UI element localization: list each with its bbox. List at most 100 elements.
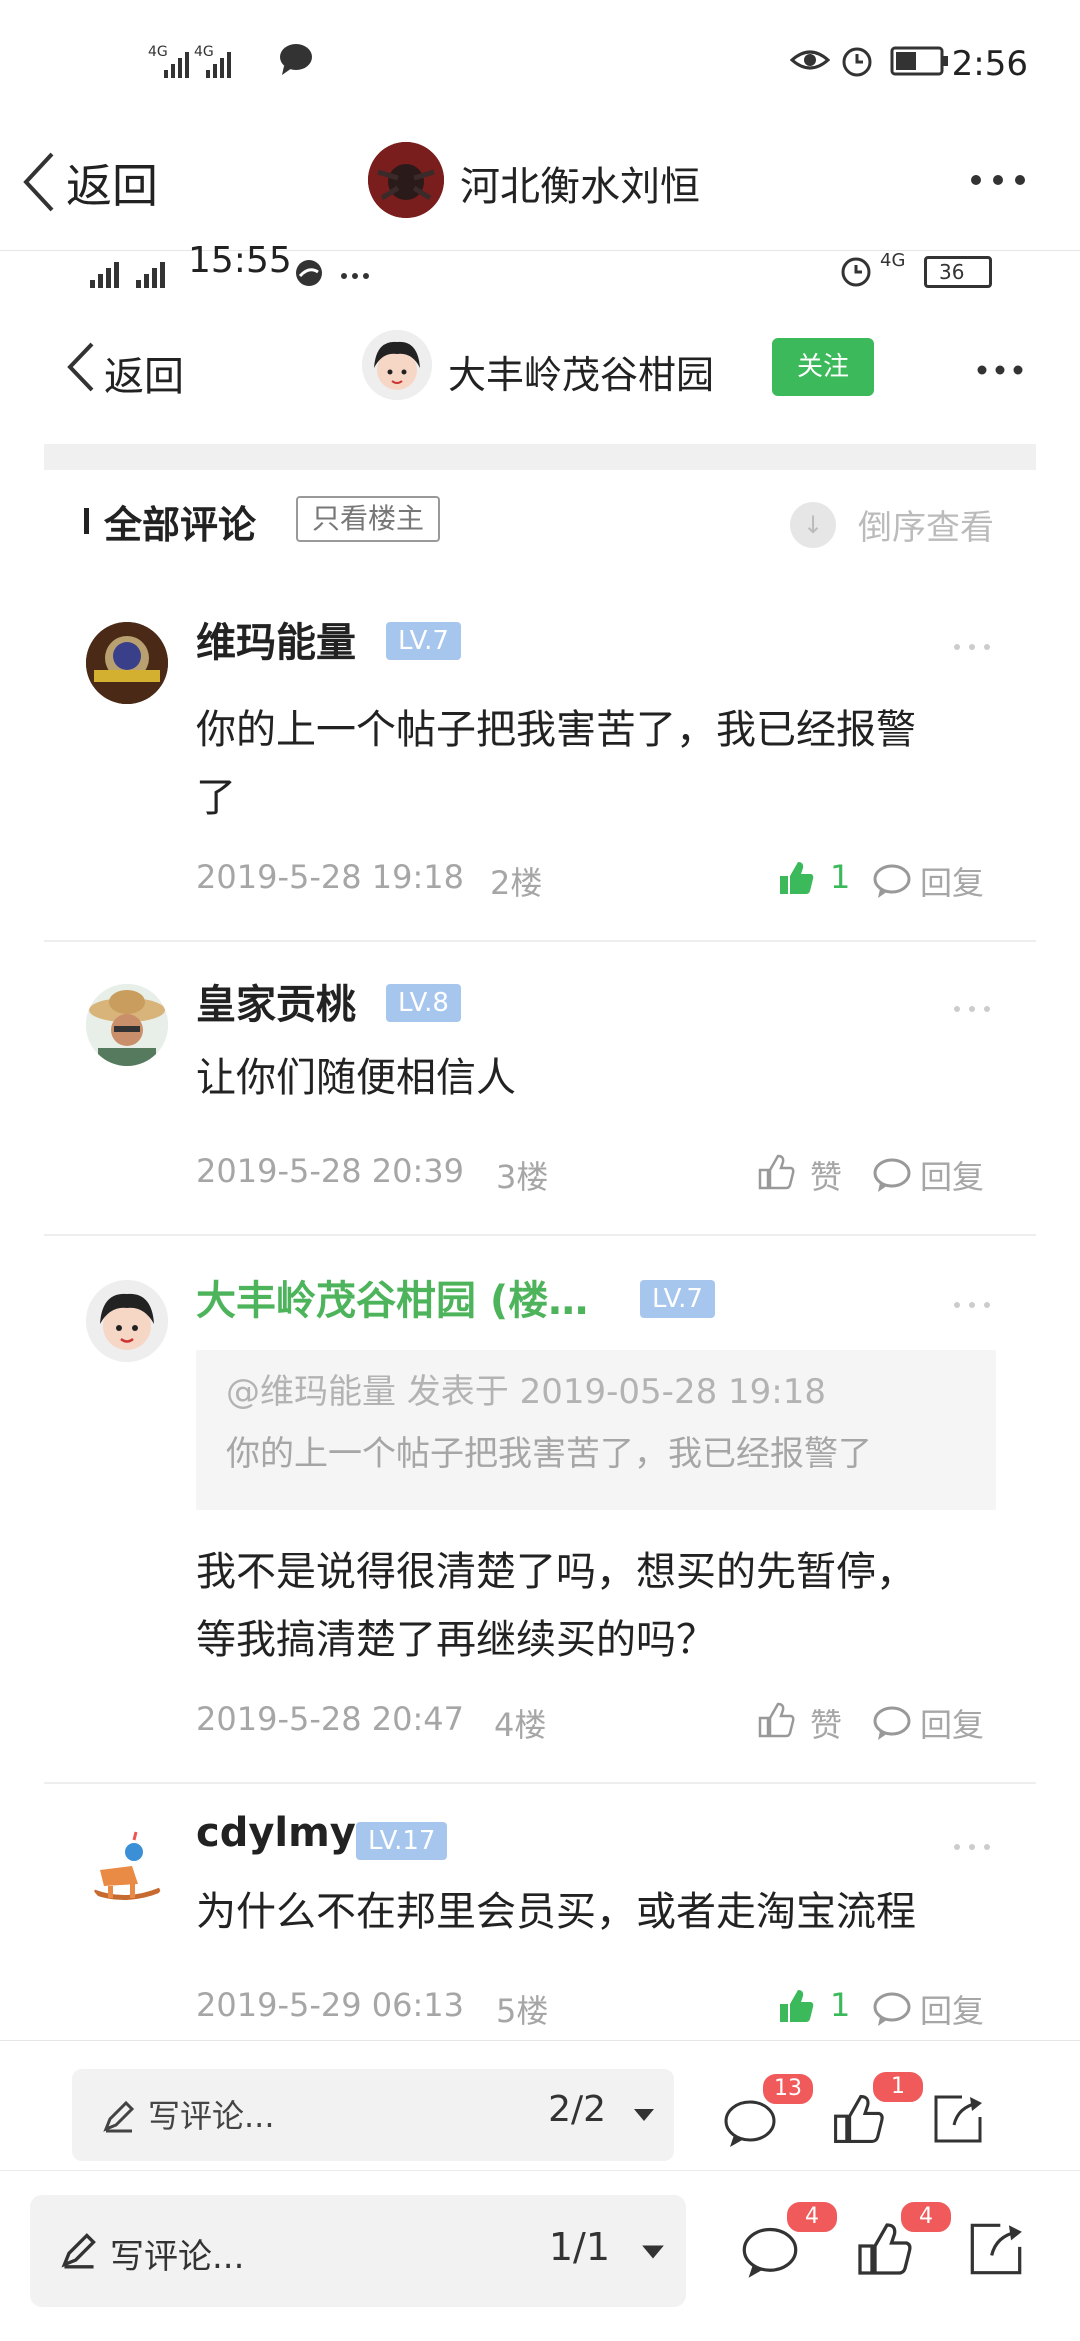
- thumbs-up-filled-icon[interactable]: [776, 858, 816, 898]
- comment-floor: 3楼: [496, 1158, 549, 1196]
- like-count[interactable]: 1: [830, 1986, 850, 2024]
- page-indicator[interactable]: 2/2: [548, 2089, 606, 2130]
- thumbs-up-icon[interactable]: [756, 1152, 796, 1192]
- reply-button[interactable]: 回复: [920, 1152, 984, 1198]
- follow-button[interactable]: 关注: [772, 338, 874, 396]
- comment-text: 为什么不在邦里会员买，或者走淘宝流程: [196, 1878, 1056, 1946]
- comment-text-line: 你的上一个帖子把我害苦了，我已经报警: [196, 707, 916, 753]
- divider: [44, 940, 1036, 942]
- comment-floor: 4楼: [494, 1706, 547, 1744]
- outer-status-bar: 4G 4G 2:56: [0, 0, 1080, 120]
- eye-icon: [790, 42, 830, 82]
- thumbs-up-icon[interactable]: [756, 1700, 796, 1740]
- avatar[interactable]: [362, 330, 432, 400]
- reply-button[interactable]: 回复: [920, 1986, 984, 2032]
- caret-down-icon[interactable]: [632, 2107, 656, 2123]
- like-button[interactable]: 赞: [810, 1152, 842, 1198]
- clock-icon: [840, 256, 872, 288]
- reply-icon[interactable]: [872, 862, 912, 900]
- inner-title: 大丰岭茂谷柑园: [448, 353, 715, 397]
- comment-floor: 2楼: [490, 864, 543, 902]
- divider: [44, 444, 1036, 470]
- more-icon[interactable]: [952, 1004, 992, 1014]
- page-indicator[interactable]: 1/1: [549, 2225, 610, 2269]
- network-label: 4G: [880, 250, 906, 271]
- sort-icon[interactable]: ↓: [790, 502, 836, 548]
- back-chevron-icon[interactable]: [20, 150, 60, 214]
- comment-time: 2019-5-28 20:47: [196, 1700, 464, 1738]
- comment-text: 让你们随便相信人: [196, 1044, 1056, 1112]
- battery-icon: [890, 42, 950, 82]
- quote-text: 你的上一个帖子把我害苦了，我已经报警了: [226, 1434, 872, 1474]
- signal-icon: [88, 256, 184, 290]
- app-icon: [294, 258, 324, 288]
- share-icon[interactable]: [968, 2221, 1024, 2277]
- like-count-badge: 4: [898, 2199, 954, 2235]
- section-marker: [84, 508, 89, 534]
- svg-text:4G: 4G: [148, 44, 168, 60]
- alarm-icon: [838, 42, 876, 82]
- back-chevron-icon[interactable]: [64, 340, 98, 394]
- section-title: 全部评论: [104, 503, 257, 547]
- outer-comment-bar: 写评论... 1/1 4 4: [0, 2170, 1080, 2341]
- reply-button[interactable]: 回复: [920, 858, 984, 904]
- more-icon[interactable]: [968, 170, 1028, 190]
- pencil-icon: [60, 2231, 98, 2269]
- more-icon[interactable]: [976, 362, 1024, 378]
- comment-author[interactable]: 大丰岭茂谷柑园 (楼…: [196, 1268, 588, 1326]
- more-icon[interactable]: [952, 1842, 992, 1852]
- thumbs-up-filled-icon[interactable]: [776, 1986, 816, 2026]
- comment-time: 2019-5-28 19:18: [196, 858, 464, 896]
- reverse-order-button[interactable]: 倒序查看: [858, 500, 994, 549]
- reply-icon[interactable]: [872, 1990, 912, 2028]
- more-icon[interactable]: [952, 642, 992, 652]
- like-count[interactable]: 1: [830, 858, 850, 896]
- comment-time: 2019-5-28 20:39: [196, 1152, 464, 1190]
- outer-header: 返回 河北衡水刘恒: [0, 120, 1080, 251]
- comment-count-badge: 4: [784, 2199, 840, 2235]
- message-bubble-icon: [278, 42, 314, 82]
- pencil-icon: [102, 2099, 136, 2133]
- comment-author[interactable]: cdylmy: [196, 1810, 356, 1856]
- comment-text-line: 等我搞清楚了再继续买的吗？: [196, 1617, 716, 1663]
- avatar[interactable]: [368, 142, 444, 218]
- share-icon[interactable]: [932, 2093, 984, 2145]
- battery-level: 36: [939, 260, 965, 284]
- level-badge: LV.7: [386, 622, 461, 660]
- reply-icon[interactable]: [872, 1704, 912, 1742]
- comment-text: 你的上一个帖子把我害苦了，我已经报警 了: [196, 696, 1056, 832]
- outer-back-button[interactable]: 返回: [66, 150, 158, 216]
- avatar[interactable]: [86, 622, 168, 704]
- avatar[interactable]: [86, 1826, 168, 1908]
- divider: [44, 1782, 1036, 1784]
- comment-text-line: 为什么不在邦里会员买，或者走淘宝流程: [196, 1889, 916, 1935]
- comment-count-badge: 13: [760, 2071, 816, 2107]
- more-icon[interactable]: [952, 1300, 992, 1310]
- comment-item: 大丰岭茂谷柑园 (楼… LV.7 @维玛能量 发表于 2019-05-28 19…: [44, 1238, 1036, 1784]
- comment-item: 皇家贡桃 LV.8 让你们随便相信人 2019-5-28 20:39 3楼 赞 …: [44, 944, 1036, 1236]
- comment-text-line: 我不是说得很清楚了吗，想买的先暂停，: [196, 1549, 916, 1595]
- inner-comment-input[interactable]: 写评论... 2/2: [72, 2069, 674, 2161]
- svg-text:4G: 4G: [194, 44, 214, 60]
- comment-author[interactable]: 皇家贡桃: [196, 972, 356, 1030]
- avatar[interactable]: [86, 1280, 168, 1362]
- comment-text-line: 让你们随便相信人: [196, 1055, 516, 1101]
- reply-icon[interactable]: [872, 1156, 912, 1194]
- signal-icon: 4G 4G: [148, 42, 238, 82]
- inner-header: 返回 大丰岭茂谷柑园 关注: [0, 300, 1080, 430]
- reply-button[interactable]: 回复: [920, 1700, 984, 1746]
- comment-item: 维玛能量 LV.7 你的上一个帖子把我害苦了，我已经报警 了 2019-5-28…: [44, 590, 1036, 942]
- avatar[interactable]: [86, 984, 168, 1066]
- comment-author[interactable]: 维玛能量: [196, 610, 356, 668]
- inner-clock: 15:55: [188, 240, 292, 281]
- comments-section-header: 全部评论 只看楼主 ↓ 倒序查看: [84, 488, 1004, 558]
- like-count-badge: 1: [870, 2069, 926, 2105]
- outer-comment-input[interactable]: 写评论... 1/1: [30, 2195, 686, 2307]
- more-icon: [340, 272, 370, 280]
- like-button[interactable]: 赞: [810, 1700, 842, 1746]
- inner-back-button[interactable]: 返回: [104, 344, 184, 402]
- caret-down-icon[interactable]: [640, 2243, 666, 2261]
- battery-icon: 36: [924, 256, 992, 288]
- only-op-button[interactable]: 只看楼主: [296, 496, 441, 542]
- quote-header: @维玛能量 发表于 2019-05-28 19:18: [226, 1372, 826, 1412]
